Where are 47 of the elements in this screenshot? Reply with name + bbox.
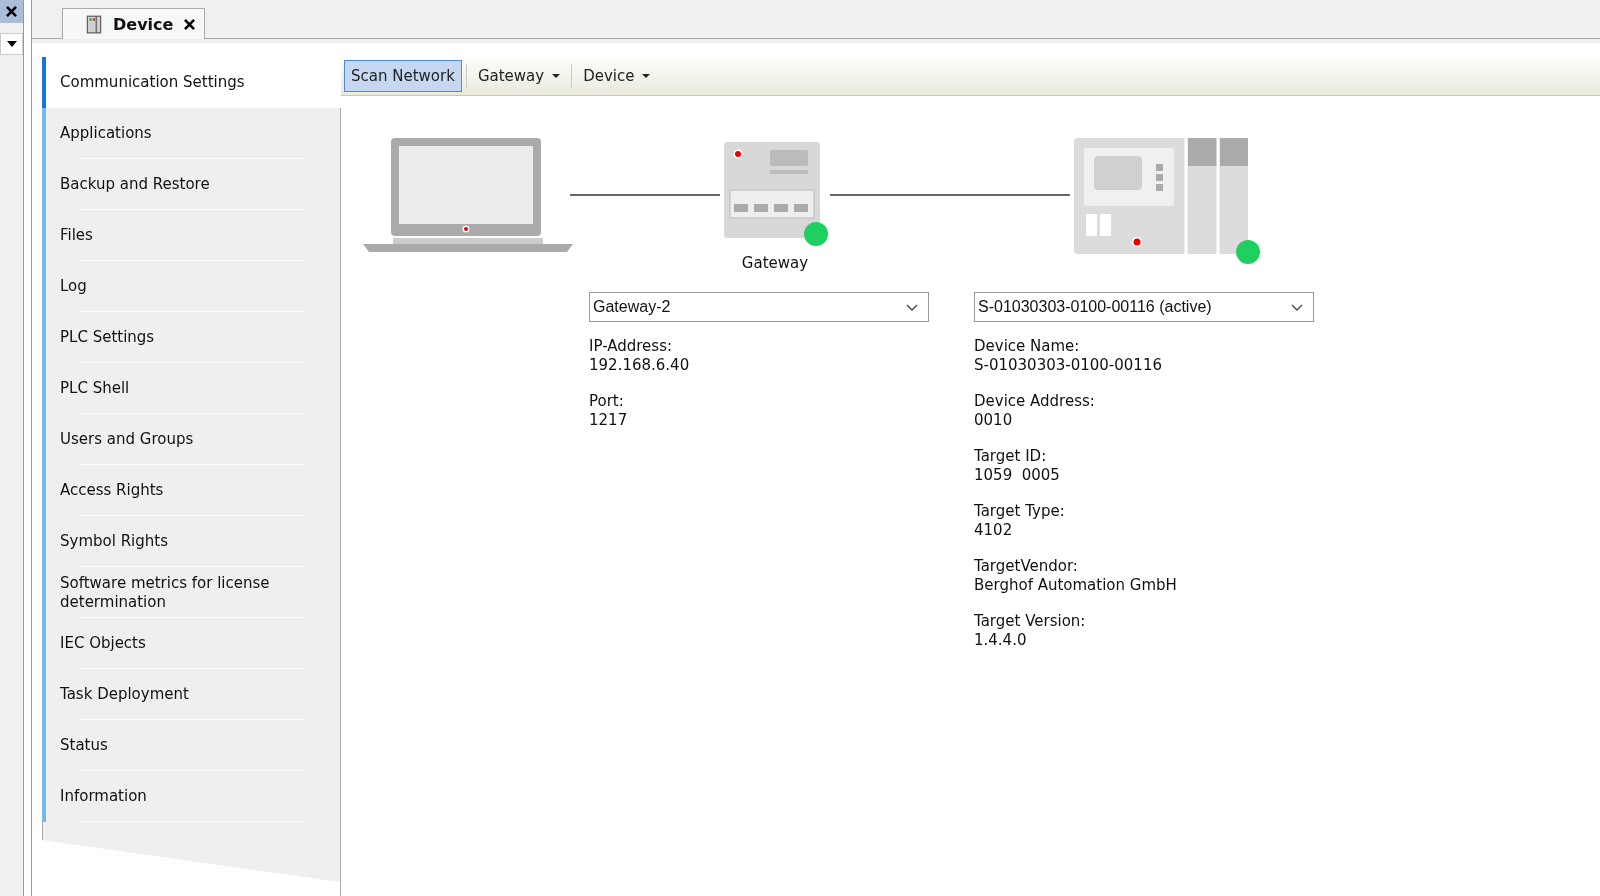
field-label: Target Type:	[974, 502, 1066, 521]
sidebar-item[interactable]: Log	[42, 261, 340, 312]
gateway-label: Gateway	[741, 254, 809, 272]
field-value: 192.168.6.40	[589, 356, 691, 375]
sidebar-item[interactable]: Symbol Rights	[42, 516, 340, 567]
sidebar-item[interactable]: PLC Settings	[42, 312, 340, 363]
field-label: Target Version:	[974, 612, 1087, 631]
sidebar-item[interactable]: PLC Shell	[42, 363, 340, 414]
editor-tab[interactable]: Device	[62, 8, 206, 39]
caret-icon	[552, 74, 561, 78]
sidebar-item[interactable]: Software metrics for license determination	[42, 567, 340, 618]
field-value: 1217	[589, 411, 629, 430]
gateway-select[interactable]: Gateway-2	[589, 292, 929, 322]
chevron-icon	[906, 303, 918, 311]
caret-icon	[6, 41, 17, 47]
sidebar-item[interactable]: Task Deployment	[42, 669, 340, 720]
field-value: Berghof Automation GmbH	[974, 576, 1178, 595]
field-label: Port:	[589, 392, 625, 411]
sidebar-item[interactable]: Backup and Restore	[42, 159, 340, 210]
field-label: Device Address:	[974, 392, 1096, 411]
sidebar-item[interactable]: Communication Settings	[42, 57, 341, 108]
dropdown-button[interactable]: Gateway	[470, 60, 568, 92]
field-value: S-01030303-0100-00116	[974, 356, 1163, 375]
field-value: 1.4.4.0	[974, 631, 1028, 650]
close-icon[interactable]	[183, 17, 197, 31]
field-label: Target ID:	[974, 447, 1048, 466]
chevron-icon	[1291, 303, 1303, 311]
field-label: IP-Address:	[589, 337, 673, 356]
sidebar-item[interactable]: Status	[42, 720, 340, 771]
field-value: 4102	[974, 521, 1014, 540]
sidebar-item[interactable]: Access Rights	[42, 465, 340, 516]
sidebar-item[interactable]: Users and Groups	[42, 414, 340, 465]
sidebar-item[interactable]: Applications	[42, 108, 340, 159]
close-icon[interactable]	[0, 0, 23, 23]
sidebar-item[interactable]: IEC Objects	[42, 618, 340, 669]
caret-icon	[642, 74, 651, 78]
device-select[interactable]: S-01030303-0100-00116 (active)	[974, 292, 1314, 322]
device-icon	[85, 14, 103, 34]
field-value: 0010	[974, 411, 1014, 430]
field-label: TargetVendor:	[974, 557, 1079, 576]
dropdown-button[interactable]	[0, 33, 23, 55]
toolbar-button[interactable]: Scan Network	[344, 60, 462, 92]
field-value: 1059 0005	[974, 466, 1061, 485]
dropdown-button[interactable]: Device	[576, 60, 658, 92]
sidebar-item[interactable]: Files	[42, 210, 340, 261]
field-label: Device Name:	[974, 337, 1081, 356]
sidebar-item[interactable]: Information	[42, 771, 340, 822]
